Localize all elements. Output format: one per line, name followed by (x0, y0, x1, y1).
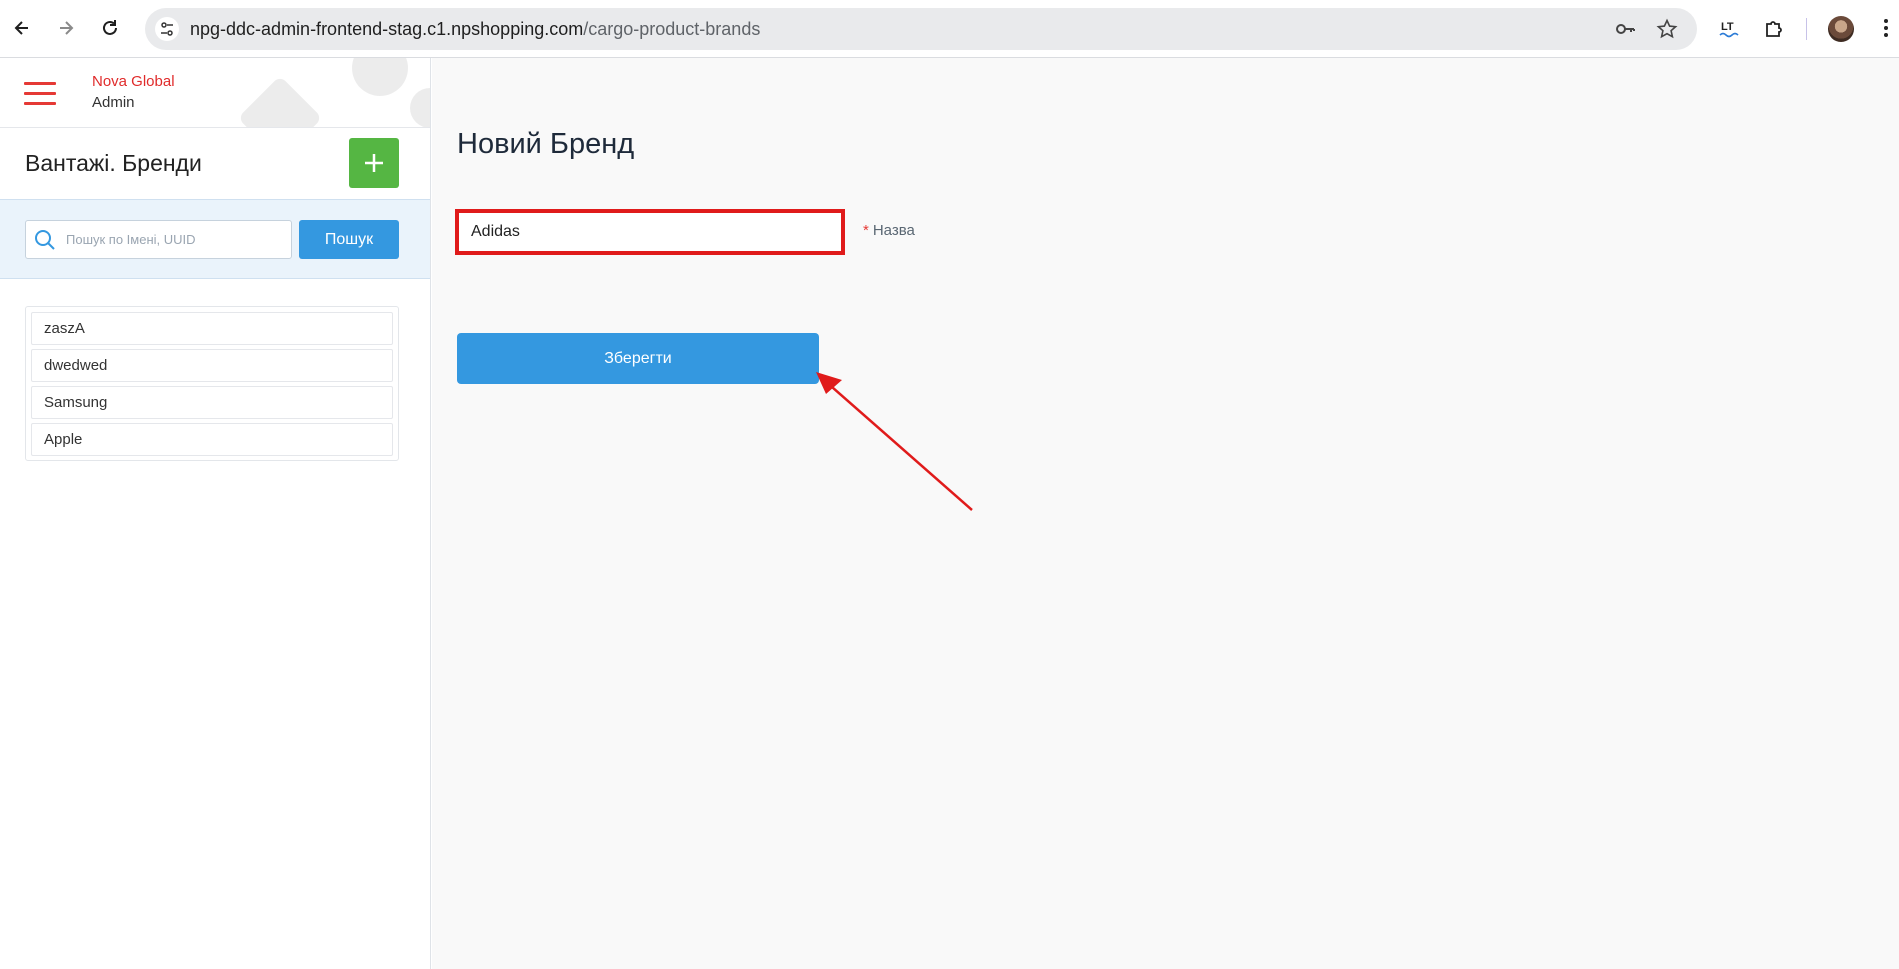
section-header: Вантажі. Бренди (0, 128, 430, 198)
list-item[interactable]: zaszA (31, 312, 393, 345)
search-icon (35, 230, 55, 250)
address-bar[interactable]: npg-ddc-admin-frontend-stag.c1.npshoppin… (145, 8, 1697, 50)
back-button[interactable] (6, 12, 38, 44)
sidebar-brand-bar: Nova Global Admin (0, 58, 430, 128)
url-host: npg-ddc-admin-frontend-stag.c1.npshoppin… (190, 19, 584, 39)
add-brand-button[interactable] (349, 138, 399, 188)
extensions-button[interactable] (1760, 14, 1788, 42)
svg-text:LT: LT (1721, 21, 1734, 33)
name-input[interactable] (459, 213, 841, 251)
search-field (25, 220, 292, 259)
search-button[interactable]: Пошук (299, 220, 399, 259)
password-button[interactable] (1613, 17, 1637, 41)
bookmark-button[interactable] (1655, 17, 1679, 41)
puzzle-icon (1766, 21, 1782, 37)
languagetool-button[interactable]: LT (1715, 14, 1743, 42)
url-path: /cargo-product-brands (583, 19, 761, 39)
kebab-menu-icon (1884, 19, 1888, 37)
forward-button[interactable] (50, 12, 82, 44)
name-label-text: Назва (872, 222, 915, 239)
required-mark: * (863, 222, 869, 239)
star-icon (1656, 18, 1678, 39)
page-title: Новий Бренд (457, 128, 635, 160)
name-field-highlight (455, 209, 845, 255)
search-panel: Пошук (0, 199, 430, 279)
brand-watermark (240, 58, 430, 127)
hamburger-icon[interactable] (24, 82, 56, 106)
search-input[interactable] (66, 221, 286, 258)
arrow-left-icon (14, 21, 28, 35)
site-info-button[interactable] (155, 17, 179, 41)
save-button[interactable]: Зберегти (457, 333, 819, 384)
list-item[interactable]: Samsung (31, 386, 393, 419)
red-arrow-annotation (816, 372, 973, 511)
url-text: npg-ddc-admin-frontend-stag.c1.npshoppin… (190, 19, 760, 40)
languagetool-icon: LT (1719, 21, 1739, 38)
main-content: Новий Бренд *Назва Зберегти (432, 58, 1899, 969)
list-item[interactable]: Apple (31, 423, 393, 456)
reload-icon (103, 20, 117, 35)
browser-menu-button[interactable] (1872, 14, 1899, 42)
tune-icon (161, 22, 173, 36)
browser-toolbar: npg-ddc-admin-frontend-stag.c1.npshoppin… (0, 0, 1899, 58)
arrow-right-icon (60, 21, 74, 35)
plus-icon (365, 154, 383, 172)
key-icon (1616, 24, 1635, 34)
profile-avatar[interactable] (1828, 16, 1854, 42)
brand-list: zaszA dwedwed Samsung Apple (25, 306, 399, 461)
list-item[interactable]: dwedwed (31, 349, 393, 382)
name-field-label: * Назва (863, 222, 915, 239)
toolbar-separator (1806, 18, 1807, 40)
brand-subtitle: Admin (92, 94, 135, 111)
reload-button[interactable] (94, 12, 126, 44)
sidebar: Nova Global Admin Вантажі. Бренди Пошук … (0, 58, 431, 969)
section-title: Вантажі. Бренди (25, 150, 202, 176)
brand-name: Nova Global (92, 73, 175, 90)
